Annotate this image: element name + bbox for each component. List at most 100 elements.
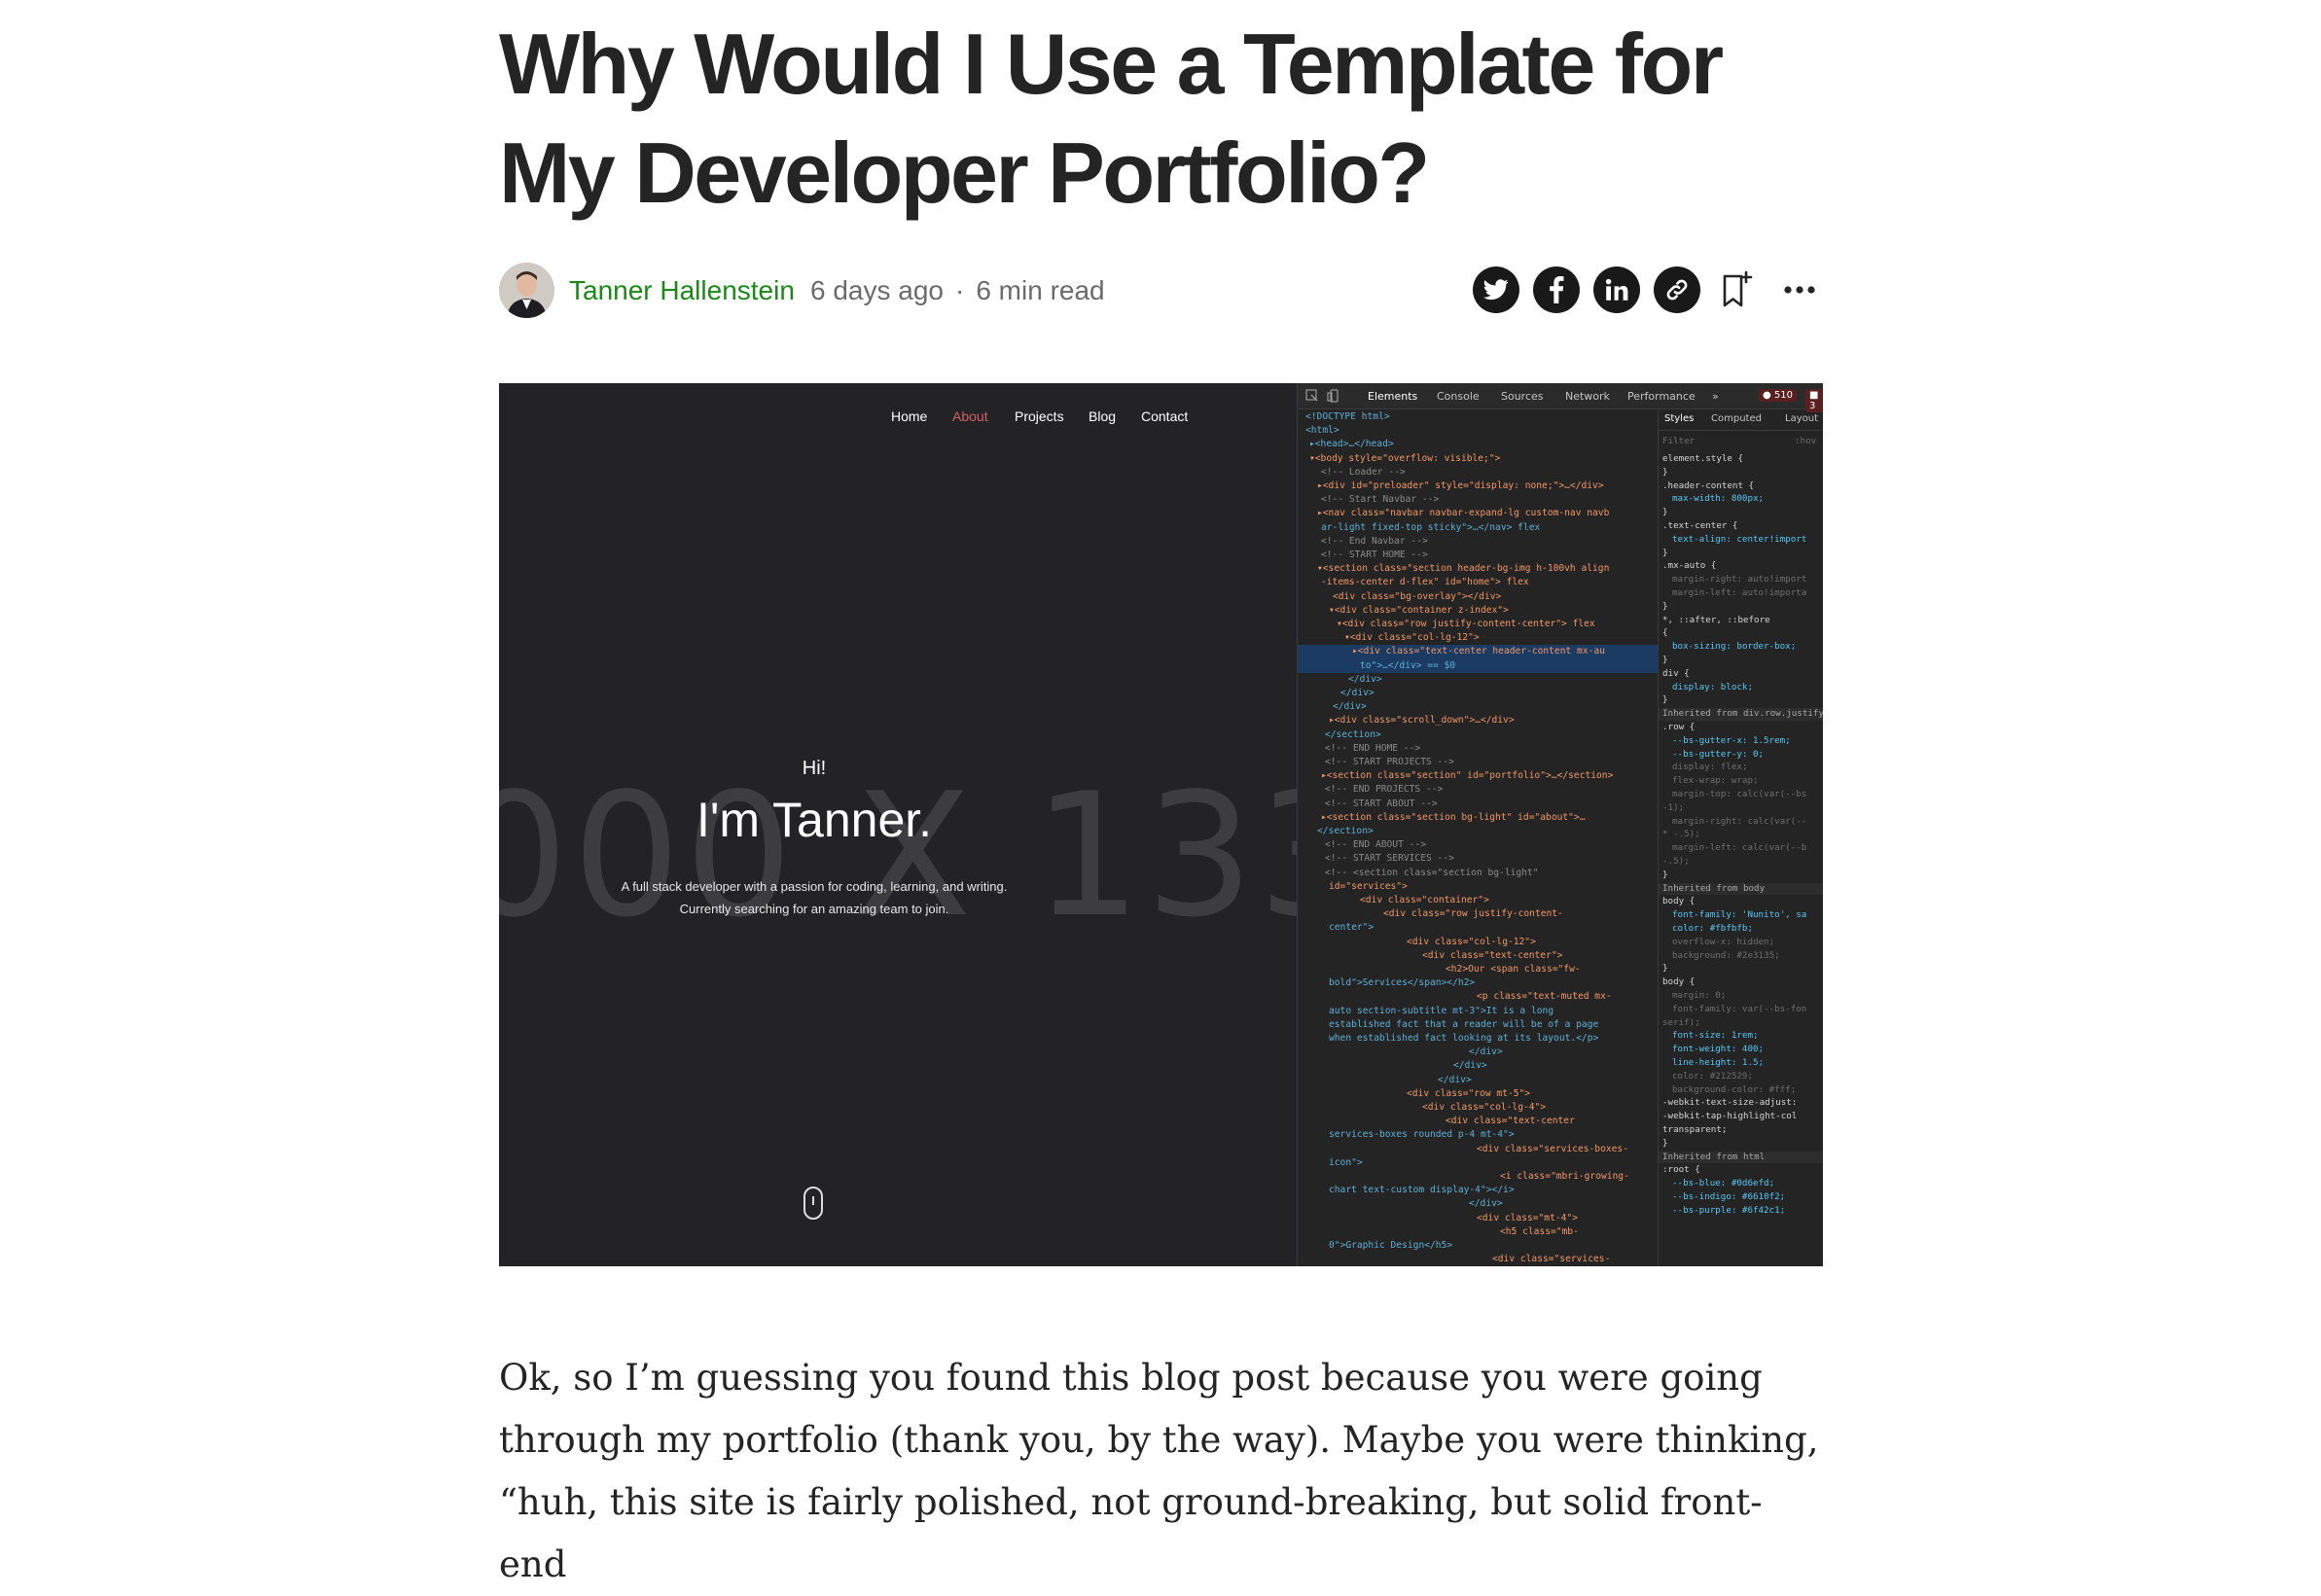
linkedin-share-button[interactable] bbox=[1593, 266, 1640, 313]
body-line-3: “huh, this site is fairly polished, not … bbox=[499, 1481, 1763, 1585]
dom-node-line[interactable]: <!-- START HOME --> bbox=[1321, 549, 1428, 562]
devtools-tab-performance: Performance bbox=[1627, 390, 1696, 403]
devtools-tab-network: Network bbox=[1565, 390, 1610, 403]
style-rule-line: color: #fbfbfb; bbox=[1672, 923, 1753, 934]
dom-node-line[interactable]: ▸<section class="section bg-light" id="a… bbox=[1321, 811, 1585, 825]
dom-node-line[interactable]: <h2>Our <span class="fw- bbox=[1446, 963, 1581, 976]
article-title: Why Would I Use a Template for My Develo… bbox=[499, 10, 1823, 228]
dom-node-line[interactable]: </div> bbox=[1340, 687, 1375, 700]
dom-node-line[interactable]: <!-- START ABOUT --> bbox=[1325, 798, 1438, 811]
dom-node-line[interactable]: bold">Services</span></h2> bbox=[1329, 976, 1475, 990]
dom-node-line[interactable]: established fact that a reader will be o… bbox=[1329, 1018, 1598, 1032]
article-body: Ok, so I’m guessing you found this blog … bbox=[499, 1347, 1823, 1596]
dom-node-line[interactable]: <div class="mt-4"> bbox=[1477, 1212, 1578, 1225]
post-meta: 6 days ago · 6 min read bbox=[810, 275, 1105, 306]
dom-node-line[interactable]: <!DOCTYPE html> bbox=[1305, 410, 1390, 424]
portfolio-site-screenshot: Home About Projects Blog Contact 000 X 1… bbox=[499, 383, 1297, 1266]
hero-name: I'm Tanner. bbox=[696, 793, 933, 847]
dom-node-line[interactable]: <div class="bg-overlay"></div> bbox=[1333, 590, 1501, 604]
read-time: 6 min read bbox=[976, 275, 1105, 305]
dom-node-line[interactable]: <html> bbox=[1305, 424, 1339, 438]
style-rule-line: margin-right: calc(var(-- bbox=[1672, 815, 1807, 827]
style-rule-line: } bbox=[1662, 655, 1668, 665]
dom-node-line[interactable]: <div class="container"> bbox=[1360, 894, 1489, 907]
style-rule-line: max-width: 800px; bbox=[1672, 493, 1765, 505]
site-nav-home: Home bbox=[891, 408, 928, 424]
dom-node-line[interactable]: ▾<section class="section header-bg-img h… bbox=[1317, 562, 1609, 576]
dom-node-line[interactable]: <i class="mbri-growing- bbox=[1500, 1170, 1629, 1184]
dom-node-line[interactable]: <!-- Loader --> bbox=[1321, 466, 1406, 479]
style-rule-line: --bs-gutter-y: 0; bbox=[1672, 748, 1765, 760]
dom-node-line[interactable]: <!-- <section class="section bg-light" bbox=[1325, 867, 1539, 880]
dom-node-line[interactable]: when established fact looking at its lay… bbox=[1329, 1032, 1598, 1046]
dom-node-line[interactable]: </div> bbox=[1438, 1074, 1472, 1087]
dom-node-line[interactable]: chart text-custom display-4"></i> bbox=[1329, 1184, 1515, 1197]
dom-node-line[interactable]: <!-- Start Navbar --> bbox=[1321, 493, 1439, 507]
dom-node-line[interactable]: ▸<section class="section" id="portfolio"… bbox=[1321, 769, 1613, 783]
dom-node-line[interactable]: <!-- END ABOUT --> bbox=[1325, 838, 1426, 852]
style-rule-line: Inherited from html bbox=[1659, 1151, 1823, 1164]
dom-node-line[interactable]: <div class="text-center"> bbox=[1422, 949, 1562, 963]
dom-node-line[interactable]: <div class="row justify-content- bbox=[1383, 907, 1563, 921]
dom-node-line[interactable]: auto section-subtitle mt-3">It is a long bbox=[1329, 1005, 1553, 1018]
style-rule-line: font-weight: 400; bbox=[1672, 1044, 1765, 1055]
dom-node-line[interactable]: </div> bbox=[1469, 1046, 1503, 1059]
dom-node-line[interactable]: id="services"> bbox=[1329, 880, 1408, 894]
style-rule-line: } bbox=[1662, 600, 1668, 612]
devtools-panel: Elements Console Sources Network Perform… bbox=[1297, 383, 1823, 1266]
dom-node-line[interactable]: <!-- START SERVICES --> bbox=[1325, 852, 1454, 866]
dom-node-line[interactable]: ▾<body style="overflow: visible;"> bbox=[1309, 452, 1500, 466]
dom-node-line[interactable]: <div class="col-lg-12"> bbox=[1407, 936, 1536, 949]
more-actions-button[interactable] bbox=[1776, 266, 1823, 313]
dom-node-line[interactable]: 0">Graphic Design</h5> bbox=[1329, 1239, 1452, 1253]
dom-node-line[interactable]: <!-- START PROJECTS --> bbox=[1325, 756, 1454, 769]
dom-node-line[interactable]: <h5 class="mb- bbox=[1500, 1225, 1579, 1239]
author-name-link[interactable]: Tanner Hallenstein bbox=[569, 275, 795, 306]
dom-node-line[interactable]: to">…</div> == $0 bbox=[1298, 658, 1658, 673]
dom-node-line[interactable]: -items-center d-flex" id="home"> flex bbox=[1321, 576, 1529, 589]
dom-node-line[interactable]: </div> bbox=[1348, 673, 1382, 687]
dom-node-line[interactable]: <!-- END HOME --> bbox=[1325, 742, 1420, 756]
style-rule-line: } bbox=[1662, 963, 1668, 975]
dom-node-line[interactable]: ▸<div class="scroll_down">…</div> bbox=[1329, 714, 1515, 727]
facebook-share-button[interactable] bbox=[1533, 266, 1580, 313]
style-rule-line: } bbox=[1662, 507, 1668, 518]
dom-node-line[interactable]: <div class="row mt-5"> bbox=[1407, 1087, 1530, 1101]
linkedin-icon bbox=[1605, 278, 1628, 301]
dom-node-line[interactable]: </div> bbox=[1453, 1059, 1487, 1073]
avatar[interactable] bbox=[499, 263, 554, 318]
dom-node-line[interactable]: <div class="col-lg-4"> bbox=[1422, 1101, 1546, 1115]
dom-node-line[interactable]: services-boxes rounded p-4 mt-4"> bbox=[1329, 1128, 1515, 1142]
dom-node-line[interactable]: </section> bbox=[1325, 728, 1381, 742]
twitter-share-button[interactable] bbox=[1473, 266, 1519, 313]
hero-greeting: Hi! bbox=[802, 758, 827, 779]
dom-node-line[interactable]: <!-- End Navbar --> bbox=[1321, 535, 1428, 549]
dom-node-line[interactable]: ▸<nav class="navbar navbar-expand-lg cus… bbox=[1317, 507, 1609, 520]
dom-node-line[interactable]: ▸<div id="preloader" style="display: non… bbox=[1317, 479, 1604, 493]
devtools-tab-elements: Elements bbox=[1368, 390, 1418, 403]
copy-link-button[interactable] bbox=[1654, 266, 1700, 313]
dom-node-line[interactable]: <div class="text-center bbox=[1446, 1115, 1575, 1128]
style-rule-line: background-color: #fff; bbox=[1672, 1083, 1797, 1095]
bookmark-add-icon bbox=[1723, 270, 1753, 307]
dom-node-line[interactable]: ar-light fixed-top sticky">…</nav> flex bbox=[1321, 521, 1540, 535]
dom-node-line[interactable]: icon"> bbox=[1329, 1156, 1363, 1170]
dom-node-line[interactable]: ▸<head>…</head> bbox=[1309, 438, 1394, 451]
dom-node-line[interactable]: </section> bbox=[1317, 825, 1374, 838]
dom-node-line[interactable]: <!-- END PROJECTS --> bbox=[1325, 783, 1443, 797]
dom-node-line[interactable]: ▾<div class="row justify-content-center"… bbox=[1337, 618, 1595, 631]
styles-tab-computed: Computed bbox=[1711, 413, 1762, 424]
dom-node-line[interactable]: ▸<div class="text-center header-content … bbox=[1298, 645, 1658, 659]
dom-node-line[interactable]: <div class="services- bbox=[1492, 1253, 1610, 1266]
bookmark-button[interactable] bbox=[1714, 266, 1761, 313]
dom-node-line[interactable]: ▾<div class="col-lg-12"> bbox=[1344, 631, 1480, 645]
dom-node-line[interactable]: ▾<div class="container z-index"> bbox=[1329, 604, 1509, 618]
dom-node-line[interactable]: <p class="text-muted mx- bbox=[1477, 990, 1612, 1004]
dom-node-line[interactable]: </div> bbox=[1469, 1197, 1503, 1211]
body-line-2: through my portfolio (thank you, by the … bbox=[499, 1419, 1819, 1461]
dom-node-line[interactable]: <div class="services-boxes- bbox=[1477, 1143, 1628, 1156]
style-rule-line: } bbox=[1662, 694, 1668, 706]
dom-node-line[interactable]: </div> bbox=[1333, 700, 1367, 714]
dom-node-line[interactable]: center"> bbox=[1329, 921, 1374, 935]
devtools-tab-more: » bbox=[1712, 390, 1719, 403]
